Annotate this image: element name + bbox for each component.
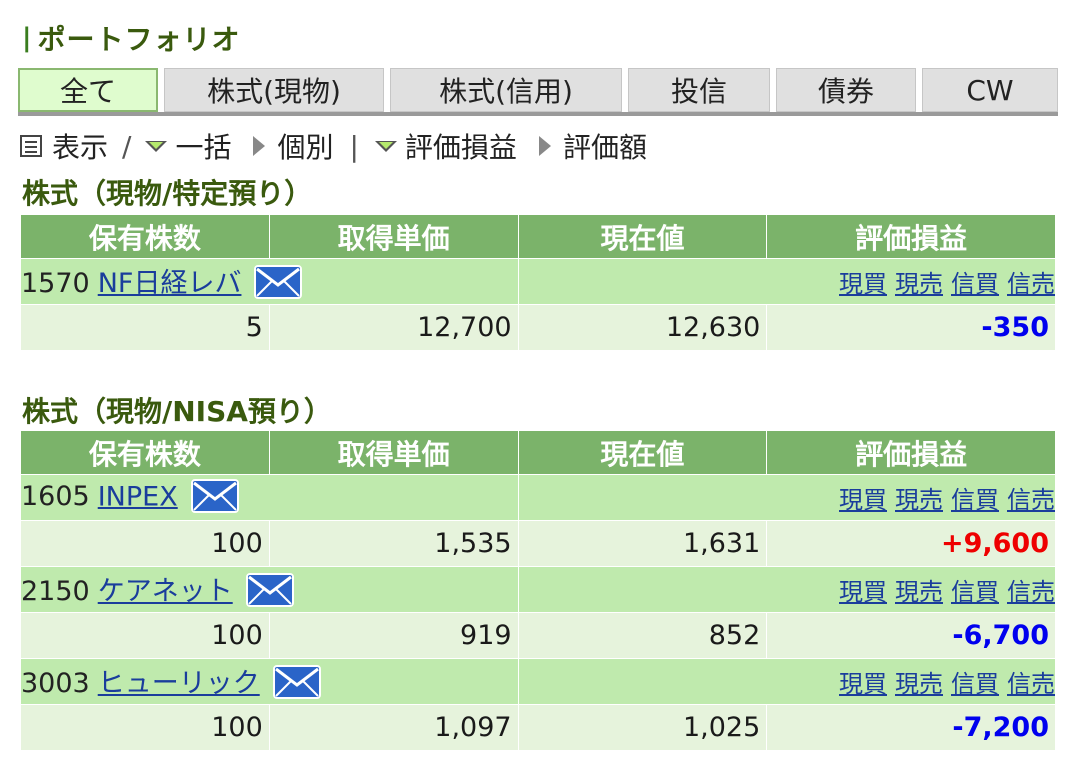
avg-cost-value: 1,535	[268, 520, 519, 567]
cash-buy-link[interactable]: 現買	[839, 270, 887, 298]
mail-icon[interactable]	[272, 664, 322, 700]
triangle-right-icon	[538, 136, 551, 156]
margin-sell-link[interactable]: 信売	[1007, 270, 1055, 298]
trade-links-cell: 現買 現売 信買 信売	[517, 474, 1057, 521]
avg-cost-value: 919	[268, 612, 519, 659]
page-title: | ポートフォリオ	[22, 18, 241, 58]
cash-buy-link[interactable]: 現買	[839, 578, 887, 606]
mail-icon[interactable]	[253, 264, 303, 300]
table-row: 100 1,535 1,631 +9,600	[20, 520, 1056, 567]
pl-value: +9,600	[766, 520, 1056, 567]
cash-sell-link[interactable]: 現売	[895, 486, 943, 514]
header-shares: 保有株数	[20, 214, 270, 259]
stock-name-link[interactable]: ケアネット	[98, 576, 233, 607]
bulk-display-option[interactable]: 一括	[145, 126, 231, 166]
stock-name-cell: 1605 INPEX	[20, 474, 519, 521]
current-price-value: 12,630	[517, 304, 768, 351]
header-pl: 評価損益	[766, 430, 1056, 475]
table-row: 3003 ヒューリック 現買 現売 信買 信売	[20, 658, 1057, 705]
slash-separator: /	[122, 129, 132, 163]
table-row: 5 12,700 12,630 -350	[20, 304, 1056, 351]
stock-name-cell: 1570 NF日経レバ	[20, 258, 519, 305]
trade-links-cell: 現買 現売 信買 信売	[517, 258, 1057, 305]
pl-value: -7,200	[766, 704, 1056, 751]
triangle-down-icon	[374, 140, 397, 152]
avg-cost-value: 12,700	[268, 304, 519, 351]
margin-buy-link[interactable]: 信買	[951, 670, 999, 698]
asset-tabs: 全て 株式(現物) 株式(信用) 投信 債券 CW	[18, 68, 1058, 116]
page-title-text: ポートフォリオ	[37, 23, 241, 56]
margin-buy-link[interactable]: 信買	[951, 486, 999, 514]
valuation-pl-option[interactable]: 評価損益	[374, 126, 517, 166]
current-price-value: 1,025	[517, 704, 768, 751]
tab-bonds[interactable]: 債券	[776, 68, 916, 112]
holdings-table-specific: 保有株数 取得単価 現在値 評価損益 1570 NF日経レバ 現買 現売 信買 信売 5…	[20, 214, 1057, 351]
valuation-amount-option[interactable]: 評価額	[538, 126, 647, 166]
display-options-bar: 表示 / 一括 個別 | 評価損益 評価額	[20, 126, 647, 166]
current-price-value: 852	[517, 612, 768, 659]
header-avg-cost: 取得単価	[268, 214, 519, 259]
stock-name-cell: 2150 ケアネット	[20, 566, 519, 613]
table-header-row: 保有株数 取得単価 現在値 評価損益	[20, 214, 1056, 259]
shares-value: 5	[20, 304, 270, 351]
avg-cost-value: 1,097	[268, 704, 519, 751]
margin-buy-link[interactable]: 信買	[951, 270, 999, 298]
list-icon	[20, 135, 42, 157]
mail-icon[interactable]	[190, 478, 240, 514]
tab-cw[interactable]: CW	[922, 68, 1058, 112]
trade-links-cell: 現買 現売 信買 信売	[517, 658, 1057, 705]
stock-code: 1570	[21, 267, 90, 299]
margin-sell-link[interactable]: 信売	[1007, 670, 1055, 698]
header-current-price: 現在値	[517, 430, 768, 475]
individual-display-option[interactable]: 個別	[253, 126, 333, 166]
table-row: 1570 NF日経レバ 現買 現売 信買 信売	[20, 258, 1057, 305]
margin-buy-link[interactable]: 信買	[951, 578, 999, 606]
table-row: 2150 ケアネット 現買 現売 信買 信売	[20, 566, 1057, 613]
shares-value: 100	[20, 520, 270, 567]
tab-all[interactable]: 全て	[18, 68, 158, 112]
margin-sell-link[interactable]: 信売	[1007, 486, 1055, 514]
tab-stock-margin[interactable]: 株式(信用)	[390, 68, 622, 112]
triangle-right-icon	[253, 136, 266, 156]
section-title-specific: 株式（現物/特定預り）	[22, 177, 313, 210]
header-current-price: 現在値	[517, 214, 768, 259]
cash-buy-link[interactable]: 現買	[839, 670, 887, 698]
stock-name-link[interactable]: NF日経レバ	[98, 268, 242, 299]
margin-sell-link[interactable]: 信売	[1007, 578, 1055, 606]
cash-buy-link[interactable]: 現買	[839, 486, 887, 514]
title-accent-bar: |	[22, 23, 32, 53]
section-title-nisa: 株式（現物/NISA預り）	[22, 395, 332, 428]
holdings-table-nisa: 保有株数 取得単価 現在値 評価損益 1605 INPEX 現買 現売 信買 信売 10…	[20, 430, 1057, 751]
triangle-down-icon	[145, 140, 168, 152]
tab-investment-trust[interactable]: 投信	[628, 68, 770, 112]
pl-value: -350	[766, 304, 1056, 351]
table-row: 100 1,097 1,025 -7,200	[20, 704, 1056, 751]
current-price-value: 1,631	[517, 520, 768, 567]
shares-value: 100	[20, 612, 270, 659]
header-pl: 評価損益	[766, 214, 1056, 259]
cash-sell-link[interactable]: 現売	[895, 670, 943, 698]
header-shares: 保有株数	[20, 430, 270, 475]
table-header-row: 保有株数 取得単価 現在値 評価損益	[20, 430, 1056, 475]
table-row: 100 919 852 -6,700	[20, 612, 1056, 659]
tab-stock-cash[interactable]: 株式(現物)	[164, 68, 384, 112]
pl-value: -6,700	[766, 612, 1056, 659]
stock-name-link[interactable]: ヒューリック	[98, 668, 260, 699]
mail-icon[interactable]	[245, 572, 295, 608]
table-row: 1605 INPEX 現買 現売 信買 信売	[20, 474, 1057, 521]
stock-code: 2150	[21, 575, 90, 607]
trade-links-cell: 現買 現売 信買 信売	[517, 566, 1057, 613]
display-label: 表示	[20, 126, 108, 166]
vertical-divider: |	[349, 129, 359, 163]
cash-sell-link[interactable]: 現売	[895, 270, 943, 298]
header-avg-cost: 取得単価	[268, 430, 519, 475]
stock-code: 1605	[21, 481, 90, 512]
cash-sell-link[interactable]: 現売	[895, 578, 943, 606]
stock-name-cell: 3003 ヒューリック	[20, 658, 519, 705]
stock-code: 3003	[21, 667, 90, 699]
shares-value: 100	[20, 704, 270, 751]
stock-name-link[interactable]: INPEX	[98, 481, 178, 512]
